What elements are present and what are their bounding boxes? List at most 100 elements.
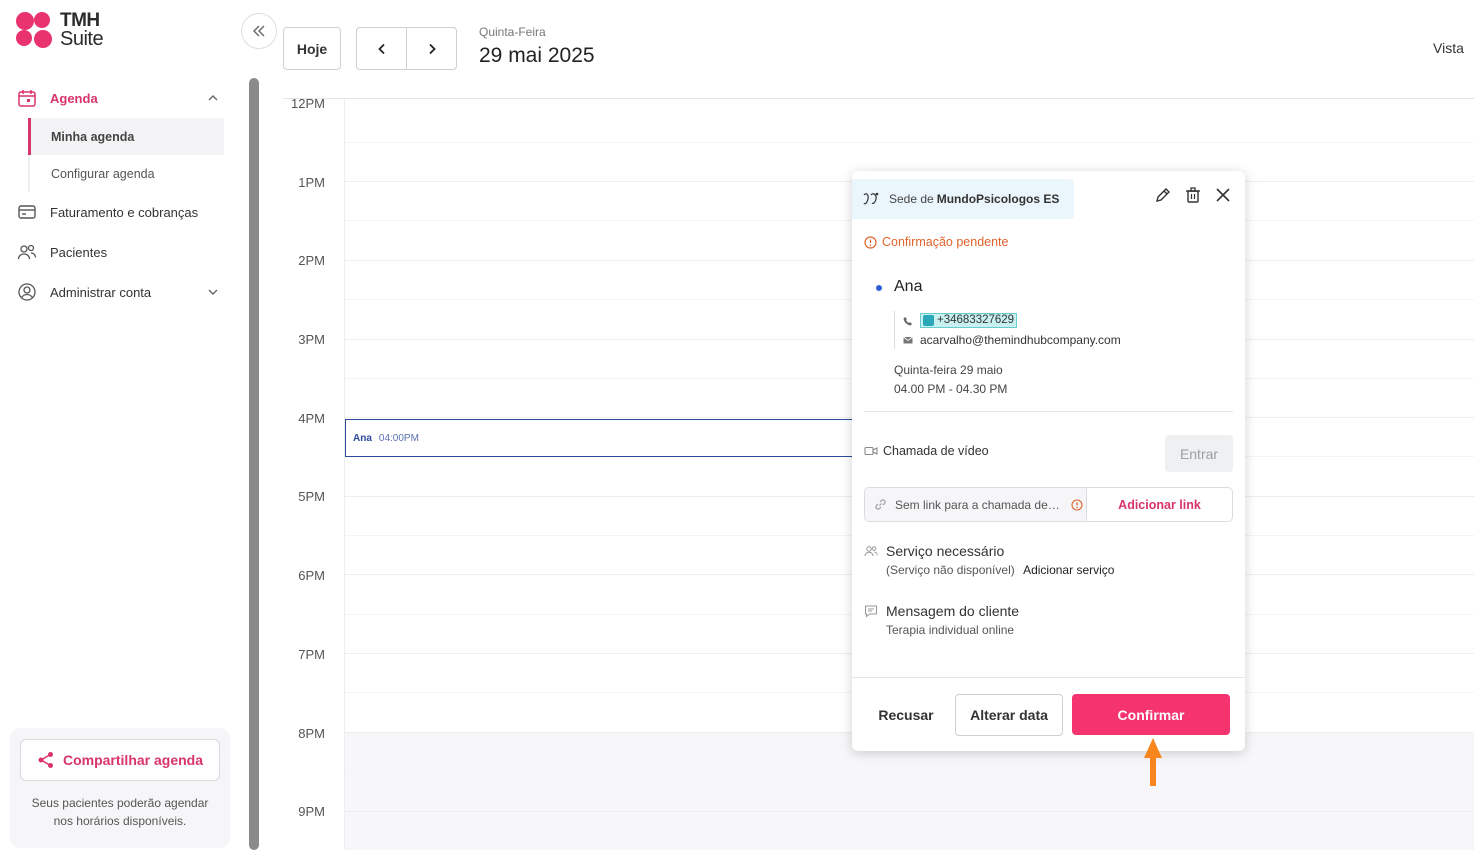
sidebar-item-label: Faturamento e cobranças xyxy=(50,204,199,220)
agenda-subnav: Minha agenda Configurar agenda xyxy=(28,118,248,192)
share-agenda-note: Seus pacientes poderão agendar nos horár… xyxy=(31,796,209,828)
current-date: 29 mai 2025 xyxy=(479,44,595,67)
link-icon xyxy=(875,499,886,510)
confirm-button[interactable]: Confirmar xyxy=(1072,694,1230,735)
location-name: MundoPsicologos ES xyxy=(936,192,1060,206)
today-button[interactable]: Hoje xyxy=(283,27,341,70)
chevron-right-icon xyxy=(428,43,436,54)
sidebar-item-agenda[interactable]: Agenda xyxy=(0,78,248,118)
previous-day-button[interactable] xyxy=(357,28,407,69)
current-weekday: Quinta-Feira xyxy=(479,25,546,39)
hour-label: 9PM xyxy=(298,804,325,819)
video-link-status: Sem link para a chamada de vídeo xyxy=(865,488,1087,521)
service-section: Serviço necessário (Serviço não disponív… xyxy=(864,543,1114,577)
divider xyxy=(852,677,1245,678)
join-call-button[interactable]: Entrar xyxy=(1165,435,1233,472)
sidebar-item-pacientes[interactable]: Pacientes xyxy=(0,232,248,272)
hour-label: 3PM xyxy=(298,332,325,347)
share-agenda-card: Compartilhar agenda Seus pacientes poder… xyxy=(10,728,230,848)
event-client-name: Ana xyxy=(353,432,372,444)
add-link-button[interactable]: Adicionar link xyxy=(1087,488,1232,521)
sidebar-nav: Agenda Minha agenda Configurar agenda Fa… xyxy=(0,78,248,312)
sidebar-subitem-configurar-agenda[interactable]: Configurar agenda xyxy=(30,155,226,192)
status-badge: Confirmação pendente xyxy=(864,235,1008,249)
arrow-up-icon xyxy=(1144,738,1162,786)
share-agenda-label: Compartilhar agenda xyxy=(62,752,204,768)
client-name: Ana xyxy=(894,278,923,295)
status-text: Confirmação pendente xyxy=(882,235,1009,249)
video-call-label: Chamada de vídeo xyxy=(883,444,989,458)
event-time: 04:00PM xyxy=(378,432,419,444)
popup-actions xyxy=(1154,186,1232,204)
appointment-datetime: Quinta-feira 29 maio 04.00 PM - 04.30 PM xyxy=(894,361,1007,399)
phone-icon xyxy=(903,316,912,325)
refuse-button[interactable]: Recusar xyxy=(866,694,946,736)
hour-label: 6PM xyxy=(298,568,325,583)
client-message-section: Mensagem do cliente Terapia individual o… xyxy=(864,603,1019,637)
app: TMH Suite Agenda Minha agenda Configurar… xyxy=(0,0,1474,850)
appointment-time: 04.00 PM - 04.30 PM xyxy=(894,382,1008,396)
hour-label: 12PM xyxy=(291,99,325,111)
mail-icon xyxy=(903,336,913,343)
users-icon xyxy=(17,244,37,260)
logo-text-line2: Suite xyxy=(60,28,104,50)
chevron-down-icon[interactable] xyxy=(207,286,219,298)
video-camera-icon xyxy=(864,446,878,456)
sidebar-item-faturamento[interactable]: Faturamento e cobranças xyxy=(0,192,248,232)
message-title: Mensagem do cliente xyxy=(886,603,1020,619)
trash-icon[interactable] xyxy=(1184,186,1202,204)
appointment-event[interactable]: Ana 04:00PM xyxy=(345,419,860,457)
share-icon xyxy=(38,752,53,768)
change-date-button[interactable]: Alterar data xyxy=(955,694,1063,736)
no-link-text: Sem link para a chamada de vídeo xyxy=(895,497,1063,512)
video-call-row: Chamada de vídeo xyxy=(864,444,989,458)
sidebar-subitem-minha-agenda[interactable]: Minha agenda xyxy=(28,118,224,155)
user-circle-icon xyxy=(18,283,36,301)
close-icon[interactable] xyxy=(1214,186,1232,204)
hour-label: 5PM xyxy=(298,489,325,504)
client-phone[interactable]: +34683327629 xyxy=(920,313,1018,328)
add-service-link[interactable]: Adicionar serviço xyxy=(1023,563,1114,577)
view-selector[interactable]: Vista xyxy=(1433,40,1464,56)
double-chevron-left-icon xyxy=(253,25,265,37)
calendar-icon xyxy=(18,90,36,107)
divider xyxy=(864,411,1233,412)
sidebar: TMH Suite Agenda Minha agenda Configurar… xyxy=(0,0,248,850)
logo[interactable]: TMH Suite xyxy=(14,10,104,50)
service-unavailable: (Serviço não disponível) xyxy=(886,563,1015,577)
location-prefix: Sede de xyxy=(889,192,934,206)
service-title: Serviço necessário xyxy=(886,543,1005,559)
skype-icon xyxy=(923,315,934,326)
message-text: Terapia individual online xyxy=(886,623,1015,637)
share-agenda-button[interactable]: Compartilhar agenda xyxy=(20,739,220,781)
hour-label: 1PM xyxy=(298,175,325,190)
sidebar-item-administrar-conta[interactable]: Administrar conta xyxy=(0,272,248,312)
hour-label: 4PM xyxy=(298,411,325,426)
collapse-sidebar-button[interactable] xyxy=(241,13,277,49)
hour-label: 7PM xyxy=(298,647,325,662)
sidebar-scrollbar[interactable] xyxy=(249,78,259,850)
location-badge: Sede de MundoPsicologos ES xyxy=(852,179,1074,219)
message-icon xyxy=(864,605,878,618)
hour-label: 2PM xyxy=(298,253,325,268)
alert-circle-icon xyxy=(864,235,877,249)
alert-circle-icon xyxy=(1071,498,1083,511)
client-contact: +34683327629 acarvalho@themindhubcompany… xyxy=(894,311,1121,349)
hour-label: 8PM xyxy=(298,726,325,741)
sidebar-item-label: Agenda xyxy=(50,90,98,106)
appointment-day: Quinta-feira 29 maio xyxy=(894,363,1003,377)
sidebar-item-label: Administrar conta xyxy=(50,284,152,300)
logo-icon xyxy=(14,10,54,50)
chevron-left-icon xyxy=(377,43,385,54)
client-dot xyxy=(876,285,882,291)
client-email[interactable]: acarvalho@themindhubcompany.com xyxy=(920,333,1121,347)
sidebar-item-label: Pacientes xyxy=(50,244,108,260)
next-day-button[interactable] xyxy=(407,28,456,69)
credit-card-icon xyxy=(18,205,36,219)
edit-icon[interactable] xyxy=(1154,186,1172,204)
users-icon xyxy=(864,546,878,557)
video-link-box: Sem link para a chamada de vídeo Adicion… xyxy=(864,487,1233,522)
date-navigation xyxy=(356,27,457,70)
appointment-popup: Sede de MundoPsicologos ES Confirmação p… xyxy=(852,171,1245,751)
chevron-up-icon[interactable] xyxy=(207,92,219,104)
